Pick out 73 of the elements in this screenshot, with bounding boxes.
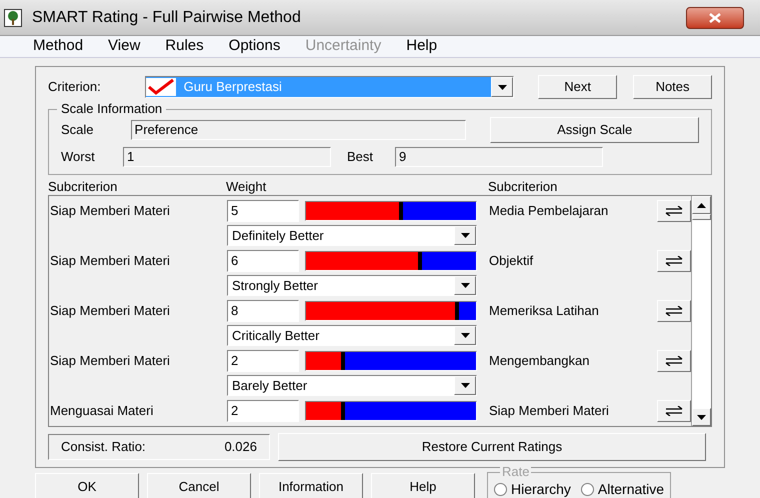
menu-item[interactable]: Method	[33, 35, 84, 58]
subcriterion-label: Memeriksa Latihan	[489, 302, 600, 320]
group-title: Rate	[500, 465, 532, 479]
subcriterion-label: Siap Memberi Materi	[49, 252, 171, 270]
weight-field[interactable]: 2	[227, 400, 299, 422]
menu-item[interactable]: View	[108, 35, 140, 58]
rating-value: Barely Better	[231, 376, 308, 395]
subcriterion-label: Siap Memberi Materi	[49, 352, 171, 370]
scrollbar[interactable]	[691, 196, 711, 426]
subcriterion-label: Mengembangkan	[489, 352, 590, 370]
scale-field: Preference	[130, 120, 466, 140]
rating-dropdown[interactable]: Strongly Better	[227, 275, 477, 296]
swap-button[interactable]	[657, 200, 691, 222]
best-field: 9	[395, 147, 603, 167]
subcriterion-label: Siap Memberi Materi	[49, 302, 171, 320]
scroll-up-icon[interactable]	[692, 196, 711, 214]
scale-label: Scale	[61, 121, 95, 140]
column-header: Weight	[226, 179, 268, 195]
swap-button[interactable]	[657, 400, 691, 422]
swap-arrows-icon	[664, 306, 684, 316]
dialog-button[interactable]: Cancel	[147, 473, 251, 498]
weight-field[interactable]: 8	[227, 300, 299, 322]
swap-arrows-icon	[664, 406, 684, 416]
close-icon	[709, 12, 721, 22]
radio-button[interactable]	[494, 482, 507, 496]
worst-label: Worst	[61, 148, 96, 166]
radio-label: Alternative	[598, 480, 664, 498]
menu-item[interactable]: Options	[228, 35, 280, 58]
rating-value: Definitely Better	[231, 226, 325, 245]
criterion-label: Criterion:	[48, 78, 102, 96]
radio-button[interactable]	[580, 482, 594, 496]
dialog-button[interactable]: OK	[35, 473, 139, 498]
subcriterion-label: Siap Memberi Materi	[489, 402, 610, 420]
rating-dropdown[interactable]: Critically Better	[227, 325, 477, 346]
subcriterion-label: Objektif	[489, 252, 534, 270]
best-label: Best	[347, 148, 374, 166]
subcriterion-label: Media Pembelajaran	[489, 202, 610, 220]
dialog-button[interactable]: Information	[259, 473, 363, 498]
assign-scale-button[interactable]: Assign Scale	[490, 117, 699, 143]
swap-button[interactable]	[657, 350, 691, 372]
weight-field[interactable]: 5	[227, 200, 299, 222]
restore-button[interactable]: Restore Current Ratings	[278, 433, 706, 461]
consistency-label: Consist. Ratio:	[61, 438, 146, 456]
close-button[interactable]	[686, 6, 744, 28]
menu-item[interactable]: Help	[406, 35, 438, 58]
rating-dropdown[interactable]: Definitely Better	[227, 225, 477, 246]
dialog-button[interactable]: Help	[371, 473, 475, 498]
weight-field[interactable]: 6	[227, 250, 299, 272]
rating-value: Strongly Better	[231, 276, 319, 295]
notes-button[interactable]: Notes	[633, 75, 712, 99]
window-title: SMART Rating - Full Pairwise Method	[32, 8, 301, 28]
radio-label: Hierarchy	[511, 480, 571, 498]
swap-button[interactable]	[657, 250, 691, 272]
scroll-down-icon[interactable]	[692, 408, 711, 426]
menu-item[interactable]: Rules	[165, 35, 204, 58]
swap-arrows-icon	[664, 206, 684, 216]
checkmark-icon	[146, 78, 176, 96]
subcriterion-label: Siap Memberi Materi	[49, 202, 171, 220]
swap-arrows-icon	[664, 256, 684, 266]
tree-icon	[4, 8, 22, 26]
column-header: Subcriterion	[488, 179, 558, 195]
rating-dropdown[interactable]: Barely Better	[227, 375, 477, 396]
swap-arrows-icon	[664, 356, 684, 366]
subcriterion-label: Menguasai Materi	[49, 402, 154, 420]
weight-field[interactable]: 2	[227, 350, 299, 372]
consistency-value: 0.026	[224, 438, 257, 456]
scroll-thumb[interactable]	[692, 214, 711, 220]
next-button[interactable]: Next	[538, 75, 618, 99]
criterion-value: Guru Berprestasi	[184, 78, 282, 96]
column-header: Subcriterion	[48, 179, 118, 195]
swap-button[interactable]	[657, 300, 691, 322]
worst-field: 1	[123, 147, 331, 167]
rating-value: Critically Better	[231, 326, 320, 345]
